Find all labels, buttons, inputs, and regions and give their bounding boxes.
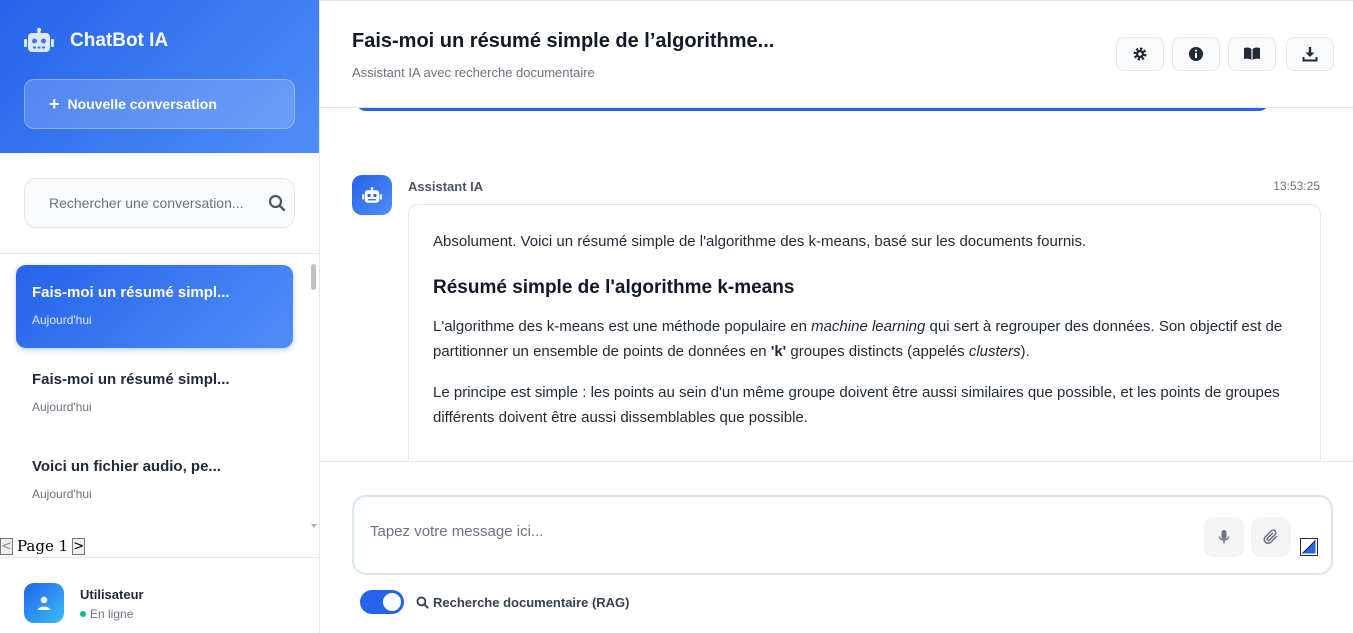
- robot-icon: [24, 28, 54, 52]
- message-heading: Résumé simple de l'algorithme k-means: [433, 277, 795, 298]
- message-paragraph: L'algorithme des k-means est une méthode…: [433, 318, 1283, 360]
- chat-header: Fais-moi un résumé simple de l’algorithm…: [320, 0, 1353, 108]
- conversation-date: Aujourd'hui: [32, 487, 92, 501]
- divider: [320, 0, 1353, 1]
- user-profile: Utilisateur En ligne: [0, 557, 319, 633]
- composer-area: Recherche documentaire (RAG): [320, 461, 1353, 633]
- conversation-date: Aujourd'hui: [32, 400, 92, 414]
- conversation-scrollbar[interactable]: [311, 262, 317, 532]
- microphone-icon: [1218, 530, 1230, 544]
- message-composer: [352, 495, 1333, 575]
- next-page-button[interactable]: >: [72, 537, 86, 555]
- info-button[interactable]: [1172, 37, 1220, 71]
- download-icon: [1302, 47, 1318, 62]
- rag-toggle-row: Recherche documentaire (RAG): [360, 590, 630, 614]
- conversation-title: Fais-moi un résumé simpl...: [32, 284, 230, 301]
- conversation-item[interactable]: Fais-moi un résumé simpl... Aujourd'hui: [16, 265, 293, 348]
- message-paragraph: Absolument. Voici un résumé simple de l'…: [433, 233, 1087, 250]
- message-timestamp: 13:53:25: [1273, 179, 1320, 193]
- main-panel: Fais-moi un résumé simple de l’algorithm…: [320, 0, 1353, 633]
- robot-icon: [362, 186, 382, 203]
- toggle-knob: [383, 593, 401, 611]
- conversation-title: Fais-moi un résumé simpl...: [32, 371, 230, 388]
- plus-icon: +: [49, 94, 60, 114]
- user-status-label: En ligne: [90, 607, 134, 621]
- book-icon: [1244, 47, 1260, 60]
- assistant-message: Absolument. Voici un résumé simple de l'…: [408, 204, 1321, 461]
- prev-page-button[interactable]: <: [0, 537, 13, 555]
- new-conversation-button[interactable]: + Nouvelle conversation: [24, 79, 295, 129]
- conversation-item[interactable]: Voici un fichier audio, pe... Aujourd'hu…: [16, 439, 293, 522]
- message-input[interactable]: [370, 523, 1190, 547]
- rag-toggle[interactable]: [360, 590, 404, 614]
- documents-button[interactable]: [1228, 37, 1276, 71]
- conversation-list: Fais-moi un résumé simpl... Aujourd'hui …: [0, 254, 319, 532]
- scroll-down-arrow-icon[interactable]: [311, 524, 317, 528]
- conversation-item[interactable]: Fais-moi un résumé simpl... Aujourd'hui: [16, 352, 293, 435]
- rag-label: Recherche documentaire (RAG): [416, 595, 630, 610]
- paperclip-icon: [1263, 529, 1278, 545]
- conversation-search: [24, 178, 295, 228]
- chat-messages: Assistant IA 13:53:25 Absolument. Voici …: [320, 108, 1353, 461]
- search-icon[interactable]: [268, 194, 286, 212]
- new-conversation-label: Nouvelle conversation: [67, 96, 217, 112]
- message-paragraph: Le principe est simple : les points au s…: [433, 384, 1280, 426]
- conversation-date: Aujourd'hui: [32, 313, 92, 327]
- user-status: En ligne: [80, 607, 133, 621]
- sidebar: ChatBot IA + Nouvelle conversation Fais-…: [0, 0, 320, 633]
- search-icon: [416, 596, 429, 609]
- scroll-thumb[interactable]: [311, 264, 316, 290]
- previous-message-bubble: [356, 108, 1269, 111]
- brand-name: ChatBot IA: [70, 30, 169, 51]
- pagination: < Page 1 >: [0, 536, 86, 556]
- user-name: Utilisateur: [80, 587, 144, 602]
- online-dot-icon: [80, 611, 86, 617]
- rag-label-text: Recherche documentaire (RAG): [433, 594, 630, 610]
- page-title: Fais-moi un résumé simple de l’algorithm…: [352, 30, 775, 52]
- message-author: Assistant IA: [408, 179, 484, 194]
- user-icon: [38, 596, 50, 610]
- search-input[interactable]: [49, 195, 259, 211]
- export-button[interactable]: [1286, 37, 1334, 71]
- avatar[interactable]: [24, 583, 64, 623]
- attach-button[interactable]: [1251, 517, 1291, 557]
- page-label: Page 1: [17, 537, 69, 555]
- page-subtitle: Assistant IA avec recherche documentaire: [352, 65, 595, 80]
- assistant-avatar: [352, 175, 392, 215]
- send-icon[interactable]: [1300, 538, 1318, 556]
- conversation-title: Voici un fichier audio, pe...: [32, 458, 221, 475]
- info-icon: [1189, 47, 1203, 61]
- voice-button[interactable]: [1204, 517, 1244, 557]
- brand: ChatBot IA: [24, 28, 168, 54]
- gear-icon: [1133, 47, 1147, 61]
- sidebar-header: ChatBot IA + Nouvelle conversation: [0, 0, 319, 153]
- settings-button[interactable]: [1116, 37, 1164, 71]
